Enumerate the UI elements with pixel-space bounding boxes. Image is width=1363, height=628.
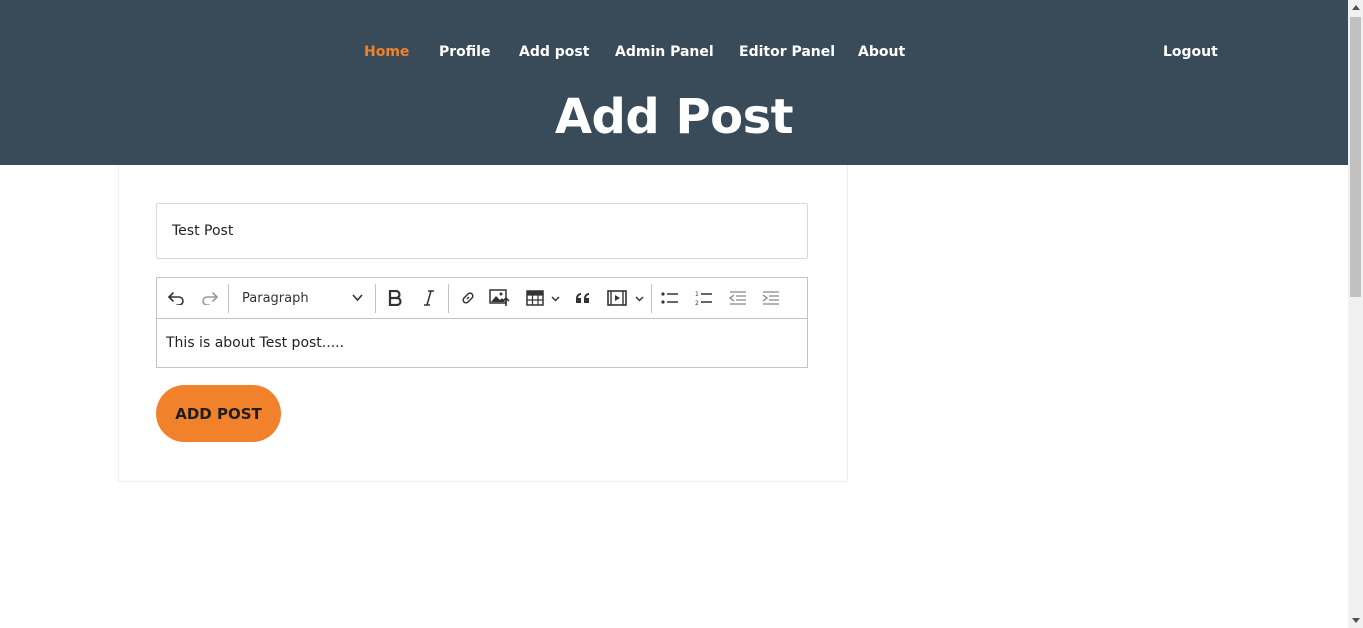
heading-dropdown[interactable]: Paragraph	[237, 284, 367, 312]
toolbar-separator	[651, 284, 652, 313]
nav-profile[interactable]: Profile	[439, 42, 490, 62]
scrollbar-thumb[interactable]	[1350, 17, 1361, 297]
redo-icon[interactable]	[199, 284, 221, 312]
chevron-down-icon	[352, 294, 363, 302]
nav-add-post[interactable]: Add post	[519, 42, 589, 62]
insert-table-icon[interactable]	[524, 284, 562, 312]
svg-text:2: 2	[695, 300, 699, 306]
post-title-input[interactable]	[156, 203, 808, 259]
svg-text:1: 1	[695, 291, 699, 298]
insert-media-icon[interactable]	[606, 284, 646, 312]
bulleted-list-icon[interactable]	[659, 284, 681, 312]
scroll-up-arrow[interactable]	[1348, 0, 1363, 15]
add-post-button[interactable]: ADD POST	[156, 385, 281, 442]
insert-image-icon[interactable]	[488, 284, 512, 312]
page-scrollbar[interactable]	[1348, 0, 1363, 628]
bold-icon[interactable]	[384, 284, 406, 312]
nav-admin-panel[interactable]: Admin Panel	[615, 42, 714, 62]
rich-text-editor: Paragraph 1 2 This is about Test post...…	[156, 277, 808, 368]
toolbar-separator	[448, 284, 449, 313]
add-post-card: Paragraph	[118, 165, 848, 482]
chevron-up-icon	[1351, 5, 1360, 10]
editor-toolbar: Paragraph 1 2	[157, 278, 807, 319]
site-header: Home Profile Add post Admin Panel Editor…	[0, 0, 1348, 165]
numbered-list-icon[interactable]: 12	[693, 284, 715, 312]
main-nav: Home Profile Add post Admin Panel Editor…	[0, 42, 1348, 62]
italic-icon[interactable]	[418, 284, 440, 312]
decrease-indent-icon[interactable]	[727, 284, 749, 312]
link-icon[interactable]	[457, 284, 479, 312]
heading-dropdown-label: Paragraph	[242, 290, 309, 306]
increase-indent-icon[interactable]	[760, 284, 782, 312]
scroll-down-arrow[interactable]	[1348, 613, 1363, 628]
toolbar-separator	[375, 284, 376, 313]
nav-logout[interactable]: Logout	[1163, 42, 1218, 62]
chevron-down-icon	[1351, 618, 1360, 623]
nav-about[interactable]: About	[858, 42, 905, 62]
nav-editor-panel[interactable]: Editor Panel	[739, 42, 835, 62]
editor-content[interactable]: This is about Test post.....	[157, 319, 807, 367]
nav-home[interactable]: Home	[364, 42, 409, 62]
toolbar-separator	[228, 284, 229, 313]
undo-icon[interactable]	[165, 284, 187, 312]
blockquote-icon[interactable]	[572, 284, 594, 312]
page-title: Add Post	[554, 89, 794, 145]
